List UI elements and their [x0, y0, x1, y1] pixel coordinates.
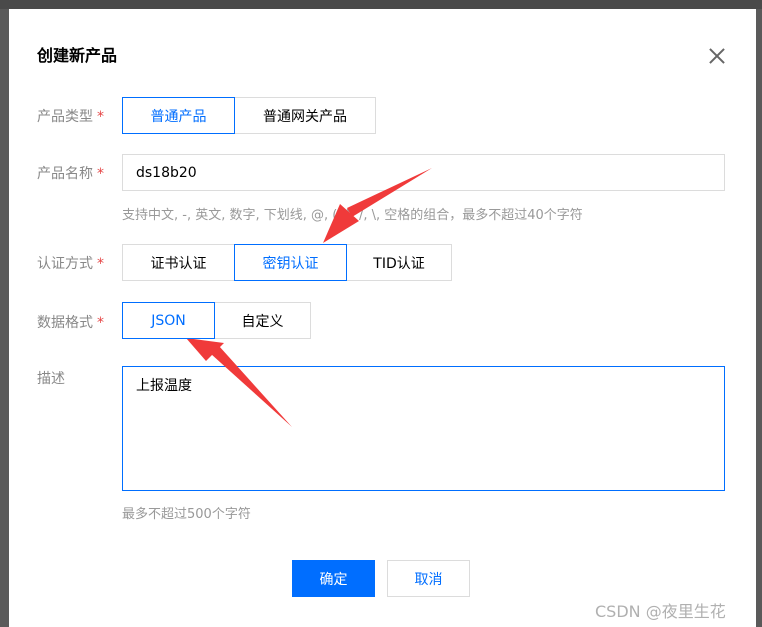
data-format-selector: JSON 自定义 [122, 302, 311, 339]
close-icon[interactable] [706, 45, 728, 67]
dialog-title: 创建新产品 [37, 46, 118, 65]
product-name-value: ds18b20 [136, 164, 197, 181]
product-name-input[interactable]: ds18b20 [122, 154, 725, 191]
auth-method-selector: 证书认证 密钥认证 TID认证 [122, 244, 452, 281]
option-key-auth[interactable]: 密钥认证 [234, 244, 347, 281]
data-format-label: 数据格式 * [37, 312, 104, 332]
required-mark: * [97, 315, 104, 331]
option-tid-auth[interactable]: TID认证 [346, 244, 452, 281]
option-normal-product[interactable]: 普通产品 [122, 97, 235, 134]
cancel-button[interactable]: 取消 [387, 560, 470, 597]
modal-backdrop-right [756, 9, 762, 627]
product-type-selector: 普通产品 普通网关产品 [122, 97, 376, 134]
auth-method-label: 认证方式 * [37, 253, 104, 273]
description-label: 描述 [37, 368, 65, 388]
required-mark: * [97, 109, 104, 125]
required-mark: * [97, 256, 104, 272]
required-mark: * [97, 166, 104, 182]
confirm-button[interactable]: 确定 [292, 560, 375, 597]
modal-backdrop-left [0, 9, 9, 627]
description-textarea[interactable]: 上报温度 [122, 366, 725, 491]
option-json[interactable]: JSON [122, 302, 215, 339]
data-format-label-text: 数据格式 [37, 315, 93, 331]
product-name-hint: 支持中文, -, 英文, 数字, 下划线, @, (, ), /, \, 空格的… [122, 208, 583, 223]
option-custom[interactable]: 自定义 [214, 302, 311, 339]
product-name-label: 产品名称 * [37, 163, 104, 183]
product-name-label-text: 产品名称 [37, 166, 93, 182]
option-gateway-product[interactable]: 普通网关产品 [234, 97, 376, 134]
watermark: CSDN @夜里生花 [595, 602, 726, 621]
product-type-label: 产品类型 * [37, 106, 104, 126]
product-type-label-text: 产品类型 [37, 109, 93, 125]
description-value: 上报温度 [136, 378, 192, 394]
create-product-dialog: 创建新产品 产品类型 * 普通产品 普通网关产品 产品名称 * ds18b20 支持… [9, 9, 756, 627]
description-hint: 最多不超过500个字符 [122, 507, 251, 522]
auth-method-label-text: 认证方式 [37, 256, 93, 272]
description-label-text: 描述 [37, 371, 65, 387]
option-certificate-auth[interactable]: 证书认证 [122, 244, 235, 281]
